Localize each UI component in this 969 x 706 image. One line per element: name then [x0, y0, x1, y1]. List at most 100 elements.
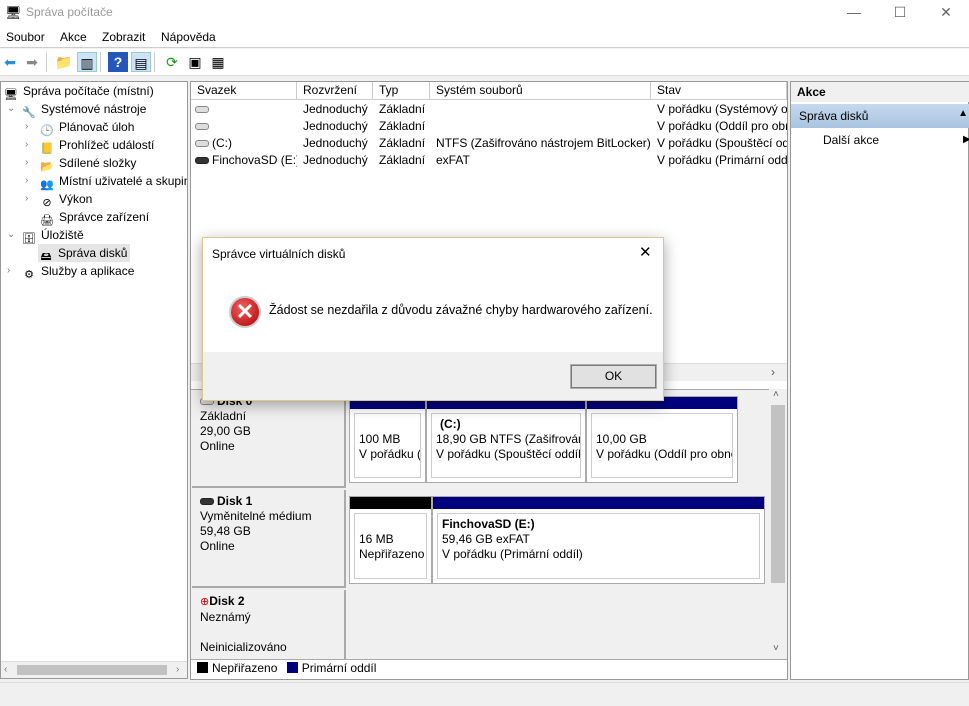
tree-item-local-users[interactable]: 👥 Místní uživatelé a skupiny — [39, 172, 187, 191]
volume-row[interactable]: Jednoduchý Základní V pořádku (Oddíl pro… — [191, 118, 787, 135]
settings-icon[interactable]: ▦ — [208, 52, 228, 72]
disk-view-vertical-scrollbar[interactable]: ˄ ˅ — [769, 389, 787, 659]
close-button[interactable]: ✕ — [923, 0, 969, 26]
tree-item-disk-management[interactable]: 🖴 Správa disků — [38, 244, 131, 263]
expand-icon[interactable]: › — [25, 157, 28, 168]
expand-icon[interactable]: › — [7, 265, 10, 276]
volume-row[interactable]: FinchovaSD (E:) Jednoduchý Základní exFA… — [191, 152, 787, 169]
cell-volume: FinchovaSD (E:) — [212, 153, 297, 167]
back-icon[interactable]: ⬅ — [0, 52, 20, 72]
partition-size: 59,46 GB exFAT — [442, 532, 530, 546]
tree-label: Služby a aplikace — [41, 264, 135, 278]
partition-recovery[interactable]: 10,00 GBV pořádku (Oddíl pro obnovení — [586, 396, 738, 483]
legend: Nepřiřazeno Primární oddíl — [191, 659, 787, 677]
collapse-icon[interactable]: ⌄ — [7, 229, 15, 240]
legend-label: Nepřiřazeno — [212, 661, 278, 675]
disk-type: Základní — [200, 409, 247, 423]
column-header-status[interactable]: Stav — [651, 82, 787, 100]
dialog-message: Žádost se nezdařila z důvodu závažné chy… — [269, 303, 653, 317]
tree-label: Výkon — [59, 192, 93, 206]
partition-e[interactable]: FinchovaSD (E:) 59,46 GB exFAT V pořádku (… — [432, 496, 765, 584]
scroll-thumb[interactable] — [17, 665, 167, 675]
partition-size: 16 MB — [359, 532, 394, 546]
scroll-right-icon[interactable]: › — [176, 664, 179, 675]
menu-napoveda[interactable]: Nápověda — [161, 30, 216, 44]
expand-icon[interactable]: › — [25, 121, 28, 132]
disk-name: Disk 2 — [209, 594, 245, 608]
column-header-type[interactable]: Typ — [373, 82, 430, 100]
tree-item-task-scheduler[interactable]: 🕒 Plánovač úloh — [39, 118, 135, 137]
disk-1-label[interactable]: Disk 1 Vyměnitelné médium 59,48 GB Onlin… — [192, 490, 346, 588]
scroll-up-icon[interactable]: ˄ — [773, 389, 779, 400]
scroll-left-icon[interactable]: ‹ — [4, 664, 7, 675]
up-folder-icon[interactable]: 📁 — [54, 52, 74, 72]
tree-item-root[interactable]: 🖥 Správa počítače (místní) — [3, 82, 154, 101]
maximize-button[interactable]: ☐ — [877, 0, 923, 26]
scroll-down-icon[interactable]: ˅ — [773, 643, 779, 654]
dialog-close-button[interactable]: ✕ — [639, 243, 652, 261]
scroll-thumb[interactable] — [771, 405, 785, 583]
cell-type: Základní — [379, 102, 426, 116]
drive-icon — [195, 106, 209, 113]
app-icon: 🖥 — [5, 5, 22, 20]
column-header-filesystem[interactable]: Systém souborů — [430, 82, 651, 100]
volume-row[interactable]: (C:) Jednoduchý Základní NTFS (Zašifrová… — [191, 135, 787, 152]
tree-item-system-tools[interactable]: 🔧 Systémové nástroje — [21, 100, 147, 119]
expand-icon[interactable]: › — [25, 193, 28, 204]
disk-type: Neznámý — [200, 610, 251, 624]
disk-type: Vyměnitelné médium — [200, 509, 312, 523]
tree-label: Správce zařízení — [59, 210, 150, 224]
scroll-right-icon[interactable]: › — [771, 365, 775, 379]
show-hide-tree-icon[interactable]: ▥ — [77, 52, 97, 72]
ok-button[interactable]: OK — [570, 364, 657, 389]
disk-state: Online — [200, 539, 235, 553]
expand-icon[interactable]: › — [25, 175, 28, 186]
tree-item-storage[interactable]: 🗄 Úložiště — [21, 226, 84, 245]
disk-0-label[interactable]: Disk 0 Základní 29,00 GB Online — [192, 390, 346, 488]
column-header-layout[interactable]: Rozvržení — [297, 82, 373, 100]
cell-type: Základní — [379, 153, 426, 167]
tree-item-device-manager[interactable]: 🖨 Správce zařízení — [39, 208, 150, 227]
cell-status: V pořádku (Primární oddíl — [657, 153, 787, 167]
menu-soubor[interactable]: Soubor — [6, 30, 45, 44]
column-header-volume[interactable]: Svazek — [191, 82, 297, 100]
refresh-icon[interactable]: ⟳ — [162, 52, 182, 72]
tree-label: Plánovač úloh — [59, 120, 135, 134]
expand-icon[interactable]: › — [25, 139, 28, 150]
menu-akce[interactable]: Akce — [60, 30, 87, 44]
cell-layout: Jednoduchý — [303, 119, 368, 133]
tree-item-shared-folders[interactable]: 📂 Sdílené složky — [39, 154, 136, 173]
help-icon[interactable]: ? — [108, 52, 128, 72]
actions-pane: Akce Správa disků ▲ Další akce ▶ — [790, 81, 969, 680]
menu-bar: Soubor Akce Zobrazit Nápověda — [0, 26, 969, 48]
tree-item-services[interactable]: ⚙ Služby a aplikace — [21, 262, 135, 281]
partition-unallocated[interactable]: 16 MB Nepřiřazeno — [349, 496, 432, 584]
cell-type: Základní — [379, 136, 426, 150]
volume-row[interactable]: Jednoduchý Základní V pořádku (Systémový… — [191, 101, 787, 118]
disk-size: 29,00 GB — [200, 424, 251, 438]
services-icon: ⚙ — [24, 269, 34, 281]
tree-horizontal-scrollbar[interactable]: ‹ › — [1, 661, 187, 678]
disk-2-label[interactable]: ⊕Disk 2 Neznámý Neinicializováno — [192, 590, 346, 660]
partition-system[interactable]: 100 MBV pořádku (Systémový oddíl — [349, 396, 426, 483]
volume-list-header: Svazek Rozvržení Typ Systém souborů Stav — [191, 82, 787, 100]
tree-item-performance[interactable]: ⊘ Výkon — [39, 190, 93, 209]
tree-item-event-viewer[interactable]: 📒 Prohlížeč událostí — [39, 136, 154, 155]
action-more-actions[interactable]: Další akce — [823, 133, 879, 147]
cell-type: Základní — [379, 119, 426, 133]
collapse-icon[interactable]: ⌄ — [7, 103, 15, 114]
partition-size: 100 MB — [359, 432, 401, 446]
actions-section-disk-management[interactable]: Správa disků ▲ — [791, 104, 969, 128]
error-icon: ✕ — [229, 296, 261, 328]
cell-volume: (C:) — [212, 136, 232, 150]
properties-icon[interactable]: ▣ — [185, 52, 205, 72]
cell-layout: Jednoduchý — [303, 136, 368, 150]
forward-icon[interactable]: ➡ — [22, 52, 42, 72]
cell-layout: Jednoduchý — [303, 102, 368, 116]
partition-c[interactable]: (C:) 18,90 GB NTFS (Zašifrováno V pořádku … — [426, 396, 586, 483]
show-hide-action-pane-icon[interactable]: ▤ — [131, 52, 151, 72]
menu-zobrazit[interactable]: Zobrazit — [102, 30, 145, 44]
collapse-arrow-icon[interactable]: ▲ — [958, 108, 968, 119]
tree-label: Systémové nástroje — [41, 102, 147, 116]
minimize-button[interactable]: — — [831, 0, 877, 26]
